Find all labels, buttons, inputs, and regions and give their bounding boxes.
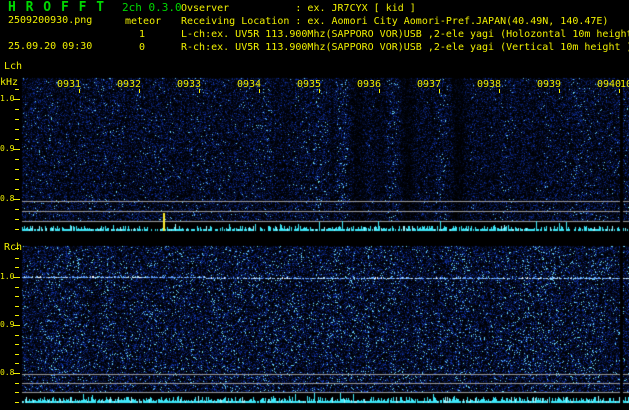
freq-tick [13, 373, 20, 374]
freq-tick [15, 209, 19, 210]
meteor-mode-label: meteor [125, 16, 162, 27]
freq-tick-label: 0.8 [0, 194, 15, 203]
time-tick [499, 89, 500, 93]
time-tick [379, 89, 380, 93]
time-tick [439, 89, 440, 93]
freq-tick [13, 99, 20, 100]
time-label: 0935 [296, 79, 322, 90]
time-label: 0934 [236, 79, 262, 90]
freq-tick [15, 129, 19, 130]
time-label: 0940 [596, 79, 622, 90]
app-title: H R O F F T [8, 0, 106, 15]
freq-tick [15, 109, 19, 110]
freq-tick [13, 325, 20, 326]
freq-tick [15, 189, 19, 190]
spectrogram-canvas [0, 0, 629, 410]
freq-tick [15, 306, 19, 307]
time-label: 0933 [176, 79, 202, 90]
freq-tick [13, 149, 20, 150]
freq-tick [15, 363, 19, 364]
rch-axis-label: Rch [4, 242, 23, 253]
time-label: 0936 [356, 79, 382, 90]
freq-tick [13, 199, 20, 200]
freq-tick [15, 402, 19, 403]
time-label: 0937 [416, 79, 442, 90]
meteor-count-lch: 1 [138, 29, 146, 40]
time-tick [319, 89, 320, 93]
freq-tick [15, 354, 19, 355]
khz-unit-label: kHz [0, 77, 19, 88]
freq-tick [15, 169, 19, 170]
observer-line: Ovserver : ex. JR7CYX [ kid ] [181, 3, 416, 14]
freq-tick-label: 0.9 [0, 320, 15, 329]
freq-tick-label: 1.0 [0, 94, 15, 103]
time-label-partial: 10 [620, 79, 629, 90]
time-tick [259, 89, 260, 93]
time-label: 0932 [116, 79, 142, 90]
lch-axis-label: Lch [4, 61, 23, 72]
freq-tick [15, 219, 19, 220]
time-label: 0931 [56, 79, 82, 90]
rch-receiver-line: R-ch:ex. UV5R 113.900Mhz(SAPPORO VOR)USB… [181, 42, 629, 53]
freq-tick [15, 229, 19, 230]
time-tick [559, 89, 560, 93]
freq-tick [15, 287, 19, 288]
lch-receiver-line: L-ch:ex. UV5R 113.900Mhz(SAPPORO VOR)USB… [181, 29, 629, 40]
freq-tick-label: 0.9 [0, 144, 15, 153]
time-tick [139, 89, 140, 93]
freq-tick [15, 179, 19, 180]
freq-tick [15, 119, 19, 120]
freq-tick [15, 258, 19, 259]
freq-tick [15, 296, 19, 297]
freq-tick-label: 0.8 [0, 368, 15, 377]
freq-tick [15, 159, 19, 160]
freq-tick [13, 277, 20, 278]
output-filename: 2509200930.png [8, 15, 93, 26]
station-info: Ovserver : ex. JR7CYX [ kid ] Receiving … [181, 2, 629, 54]
freq-tick [15, 344, 19, 345]
app-version: 2ch 0.3.0 [122, 1, 182, 14]
time-tick [79, 89, 80, 93]
freq-tick [15, 248, 19, 249]
time-label: 0938 [476, 79, 502, 90]
freq-tick [15, 383, 19, 384]
location-line: Receiving Location : ex. Aomori City Aom… [181, 16, 609, 27]
time-tick [199, 89, 200, 93]
freq-tick [15, 89, 19, 90]
freq-tick [15, 335, 19, 336]
freq-tick [15, 315, 19, 316]
meteor-count-rch: 0 [138, 42, 146, 53]
date-time: 25.09.20 09:30 [8, 41, 93, 52]
time-label: 0939 [536, 79, 562, 90]
freq-tick [15, 139, 19, 140]
freq-tick [15, 392, 19, 393]
hrofft-window: H R O F F T 2ch 0.3.0 2509200930.png met… [0, 0, 629, 410]
freq-tick [15, 267, 19, 268]
freq-tick-label: 1.0 [0, 272, 15, 281]
